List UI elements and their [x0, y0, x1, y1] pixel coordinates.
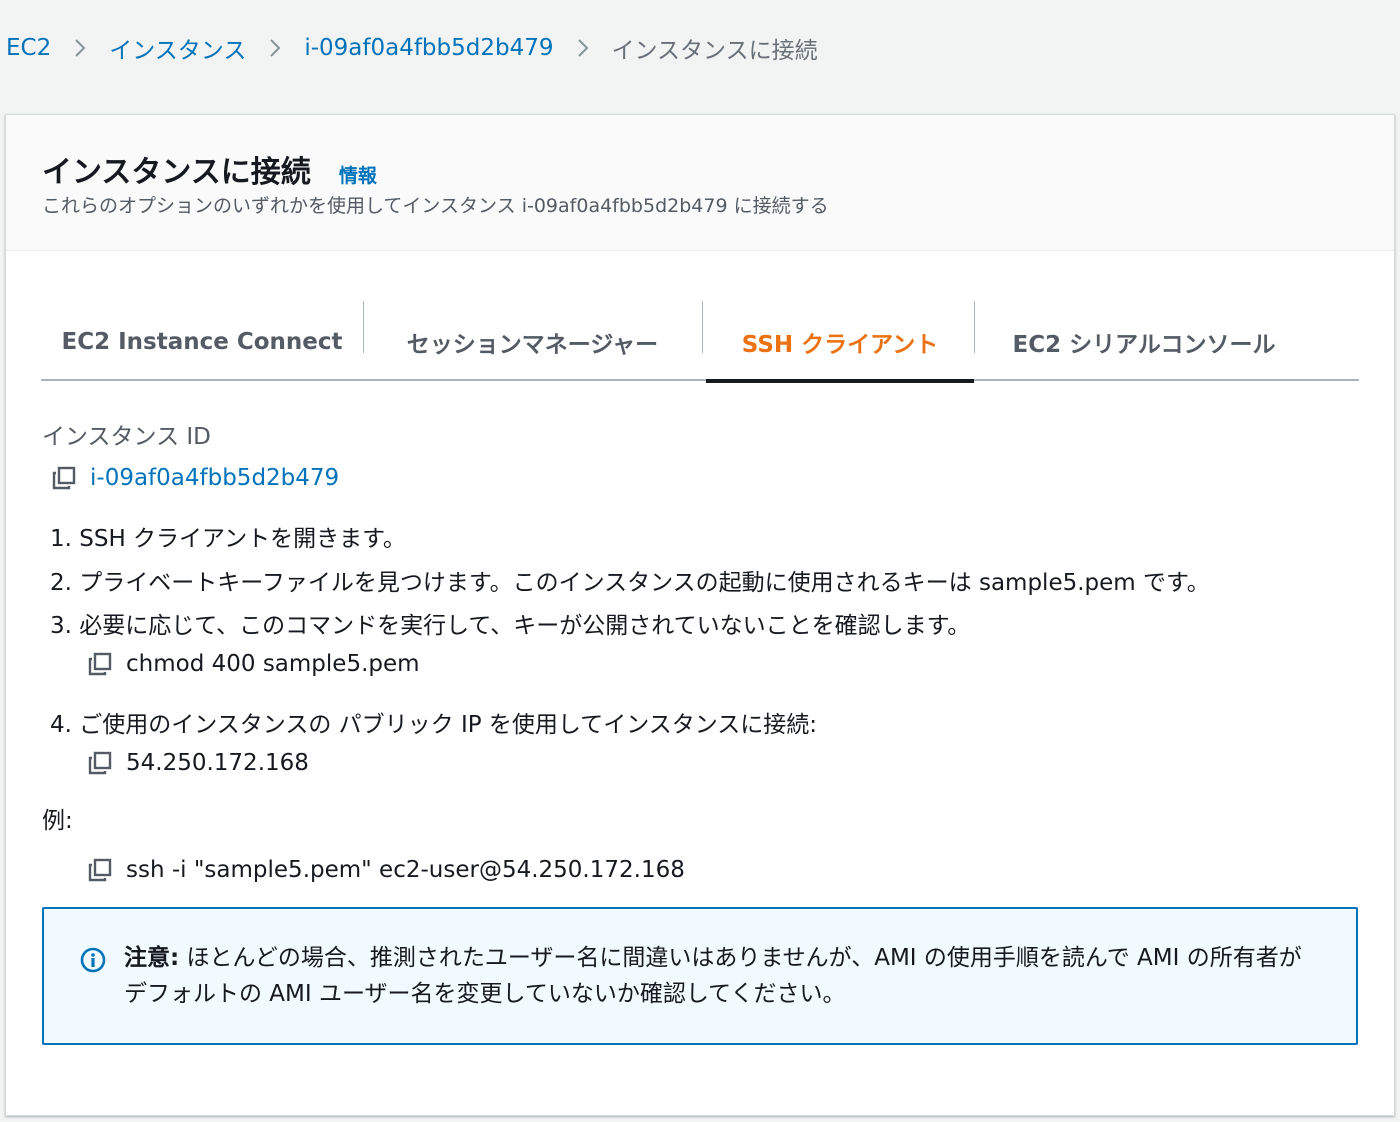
copy-icon[interactable]	[52, 466, 76, 490]
info-link[interactable]: 情報	[339, 161, 377, 188]
connect-panel: インスタンスに接続 情報 これらのオプションのいずれかを使用してインスタンス i…	[5, 114, 1395, 1116]
breadcrumb-ec2[interactable]: EC2	[6, 35, 51, 61]
chevron-right-icon	[576, 38, 590, 58]
page-title-row: インスタンスに接続 情報	[42, 147, 377, 191]
page-title: インスタンスに接続	[42, 155, 311, 190]
panel-header: インスタンスに接続 情報 これらのオプションのいずれかを使用してインスタンス i…	[6, 115, 1394, 251]
copy-icon[interactable]	[88, 858, 112, 882]
breadcrumb-current: インスタンスに接続	[611, 38, 818, 64]
breadcrumb-instances[interactable]: インスタンス	[109, 31, 246, 65]
tab-ec2-serial-console[interactable]: EC2 シリアルコンソール	[975, 303, 1313, 381]
chevron-right-icon	[268, 38, 282, 58]
copy-icon[interactable]	[88, 751, 112, 775]
tab-session-manager[interactable]: セッションマネージャー	[364, 303, 701, 381]
tab-ec2-instance-connect[interactable]: EC2 Instance Connect	[41, 303, 363, 381]
ssh-command-row: ssh -i "sample5.pem" ec2-user@54.250.172…	[88, 857, 685, 883]
chevron-right-icon	[73, 38, 87, 58]
alert-strong-label: 注意:	[124, 945, 180, 971]
step-3: 3. 必要に応じて、このコマンドを実行して、キーが公開されていないことを確認しま…	[50, 613, 971, 639]
step-2: 2. プライベートキーファイルを見つけます。このインスタンスの起動に使用されるキ…	[50, 570, 1210, 596]
copy-icon[interactable]	[88, 652, 112, 676]
tab-divider	[702, 301, 703, 353]
instance-id-row: i-09af0a4fbb5d2b479	[52, 465, 339, 491]
public-ip-row: 54.250.172.168	[88, 750, 309, 776]
ssh-command: ssh -i "sample5.pem" ec2-user@54.250.172…	[126, 857, 685, 883]
step-1: 1. SSH クライアントを開きます。	[50, 526, 406, 552]
public-ip: 54.250.172.168	[126, 750, 309, 776]
chmod-command-row: chmod 400 sample5.pem	[88, 651, 420, 677]
alert-message: 注意: ほとんどの場合、推測されたユーザー名に間違いはありませんが、AMI の使…	[124, 940, 1324, 1012]
breadcrumb-instance-id[interactable]: i-09af0a4fbb5d2b479	[304, 35, 553, 61]
chmod-command: chmod 400 sample5.pem	[126, 651, 420, 677]
info-circle-icon	[80, 947, 106, 973]
instance-id-link[interactable]: i-09af0a4fbb5d2b479	[90, 465, 339, 491]
example-label: 例:	[42, 808, 73, 834]
connection-method-tabs: EC2 Instance Connect セッションマネージャー SSH クライ…	[41, 291, 1359, 383]
alert-body: ほとんどの場合、推測されたユーザー名に間違いはありませんが、AMI の使用手順を…	[124, 945, 1302, 1007]
info-alert: 注意: ほとんどの場合、推測されたユーザー名に間違いはありませんが、AMI の使…	[42, 907, 1358, 1045]
tab-ssh-client[interactable]: SSH クライアント	[706, 303, 974, 383]
breadcrumb: EC2 インスタンス i-09af0a4fbb5d2b479 インスタンスに接続	[6, 30, 818, 66]
instance-id-label: インスタンス ID	[42, 424, 211, 450]
page-description: これらのオプションのいずれかを使用してインスタンス i-09af0a4fbb5d…	[42, 195, 829, 217]
step-4: 4. ご使用のインスタンスの パブリック IP を使用してインスタンスに接続:	[50, 712, 818, 738]
